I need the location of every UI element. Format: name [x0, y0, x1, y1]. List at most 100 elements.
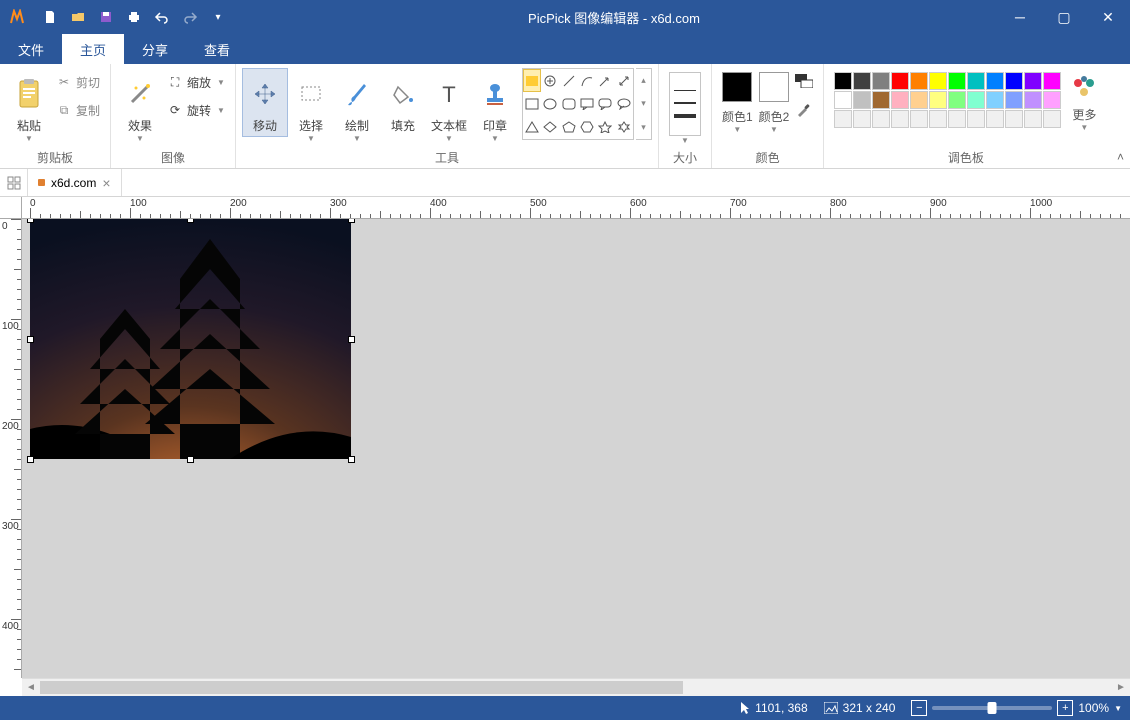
shape-pentagon-icon[interactable] [560, 116, 578, 139]
tab-home[interactable]: 主页 [62, 34, 124, 64]
effects-button[interactable]: 效果 ▼ [117, 68, 163, 146]
shape-triangle-icon[interactable] [523, 116, 541, 139]
zoom-slider[interactable] [932, 706, 1052, 710]
scroll-thumb[interactable] [40, 681, 683, 694]
outline-toggle-icon[interactable] [795, 74, 813, 88]
palette-swatch[interactable] [1005, 91, 1023, 109]
palette-swatch[interactable] [1043, 91, 1061, 109]
stamp-tool-button[interactable]: 印章 ▼ [472, 68, 518, 146]
color1-button[interactable]: 颜色1 ▼ [722, 72, 753, 134]
palette-swatch[interactable] [1024, 72, 1042, 90]
shape-hexagon-icon[interactable] [578, 116, 596, 139]
palette-swatch[interactable] [853, 72, 871, 90]
color2-button[interactable]: 颜色2 ▼ [759, 72, 790, 134]
palette-swatch[interactable] [891, 91, 909, 109]
palette-swatch[interactable] [948, 72, 966, 90]
tab-file[interactable]: 文件 [0, 34, 62, 64]
shape-callout-ellipse-icon[interactable] [615, 92, 633, 115]
palette-swatch[interactable] [853, 91, 871, 109]
selection-handle[interactable] [348, 336, 355, 343]
palette-swatch[interactable] [872, 91, 890, 109]
scroll-track[interactable] [40, 679, 1112, 696]
palette-swatch[interactable] [986, 72, 1004, 90]
text-tool-button[interactable]: T 文本框 ▼ [426, 68, 472, 146]
draw-tool-button[interactable]: 绘制 ▼ [334, 68, 380, 146]
palette-swatch[interactable] [1005, 72, 1023, 90]
shape-rect-fill-icon[interactable] [523, 69, 541, 92]
copy-button[interactable]: ⧉复制 [52, 98, 104, 122]
paste-button[interactable]: 粘贴 ▼ [6, 68, 52, 146]
open-file-icon[interactable] [66, 5, 90, 29]
shape-roundrect-icon[interactable] [560, 92, 578, 115]
palette-swatch[interactable] [967, 72, 985, 90]
palette-swatch[interactable] [967, 110, 985, 128]
palette-swatch[interactable] [910, 110, 928, 128]
palette-swatch[interactable] [929, 91, 947, 109]
shape-callout-round-icon[interactable] [596, 92, 614, 115]
palette-swatch[interactable] [1043, 72, 1061, 90]
selection-handle[interactable] [348, 219, 355, 223]
zoom-button[interactable]: ⛶缩放▼ [163, 70, 229, 94]
selection-handle[interactable] [187, 456, 194, 463]
shape-arrow-icon[interactable] [596, 69, 614, 92]
tab-share[interactable]: 分享 [124, 34, 186, 64]
zoom-in-button[interactable]: + [1057, 700, 1073, 716]
print-icon[interactable] [122, 5, 146, 29]
palette-swatch[interactable] [1043, 110, 1061, 128]
palette-swatch[interactable] [834, 72, 852, 90]
line-width-button[interactable]: ▼ [669, 72, 701, 145]
palette-swatch[interactable] [891, 110, 909, 128]
palette-swatch[interactable] [872, 110, 890, 128]
tab-view[interactable]: 查看 [186, 34, 248, 64]
new-file-icon[interactable] [38, 5, 62, 29]
undo-icon[interactable] [150, 5, 174, 29]
eyedropper-icon[interactable] [795, 102, 813, 118]
selection-handle[interactable] [27, 336, 34, 343]
shape-ellipse-icon[interactable] [541, 92, 559, 115]
selection-handle[interactable] [27, 219, 34, 223]
shape-rect-icon[interactable] [523, 92, 541, 115]
palette-swatch[interactable] [948, 110, 966, 128]
scroll-right-icon[interactable]: ► [1112, 679, 1130, 696]
palette-swatch[interactable] [1024, 91, 1042, 109]
close-tab-icon[interactable]: × [102, 175, 110, 191]
palette-swatch[interactable] [967, 91, 985, 109]
palette-swatch[interactable] [853, 110, 871, 128]
fill-tool-button[interactable]: 填充 [380, 68, 426, 137]
maximize-button[interactable]: ▢ [1042, 0, 1086, 34]
palette-swatch[interactable] [986, 91, 1004, 109]
palette-swatch[interactable] [872, 72, 890, 90]
palette-swatch[interactable] [834, 110, 852, 128]
close-button[interactable]: ✕ [1086, 0, 1130, 34]
palette-swatch[interactable] [910, 72, 928, 90]
tile-windows-icon[interactable] [0, 169, 28, 196]
redo-icon[interactable] [178, 5, 202, 29]
zoom-dropdown-icon[interactable]: ▼ [1114, 704, 1122, 713]
minimize-button[interactable]: ─ [998, 0, 1042, 34]
zoom-out-button[interactable]: − [911, 700, 927, 716]
selection-handle[interactable] [187, 219, 194, 223]
shape-double-arrow-icon[interactable] [615, 69, 633, 92]
shape-star6-icon[interactable] [615, 116, 633, 139]
palette-swatch[interactable] [929, 72, 947, 90]
shape-star-icon[interactable] [596, 116, 614, 139]
selection-handle[interactable] [27, 456, 34, 463]
palette-swatch[interactable] [834, 91, 852, 109]
shape-callout-rect-icon[interactable] [578, 92, 596, 115]
shapes-dropdown[interactable]: ▴▾▾ [636, 68, 652, 140]
shape-line-icon[interactable] [560, 69, 578, 92]
palette-swatch[interactable] [891, 72, 909, 90]
rotate-button[interactable]: ⟳旋转▼ [163, 98, 229, 122]
shape-circle-plus-icon[interactable] [541, 69, 559, 92]
cut-button[interactable]: ✂剪切 [52, 70, 104, 94]
shape-diamond-icon[interactable] [541, 116, 559, 139]
palette-swatch[interactable] [910, 91, 928, 109]
move-tool-button[interactable]: 移动 [242, 68, 288, 137]
palette-swatch[interactable] [1024, 110, 1042, 128]
shape-curve-icon[interactable] [578, 69, 596, 92]
palette-swatch[interactable] [1005, 110, 1023, 128]
canvas-viewport[interactable] [22, 219, 1130, 678]
zoom-slider-thumb[interactable] [988, 702, 997, 714]
palette-swatch[interactable] [986, 110, 1004, 128]
palette-swatch[interactable] [929, 110, 947, 128]
